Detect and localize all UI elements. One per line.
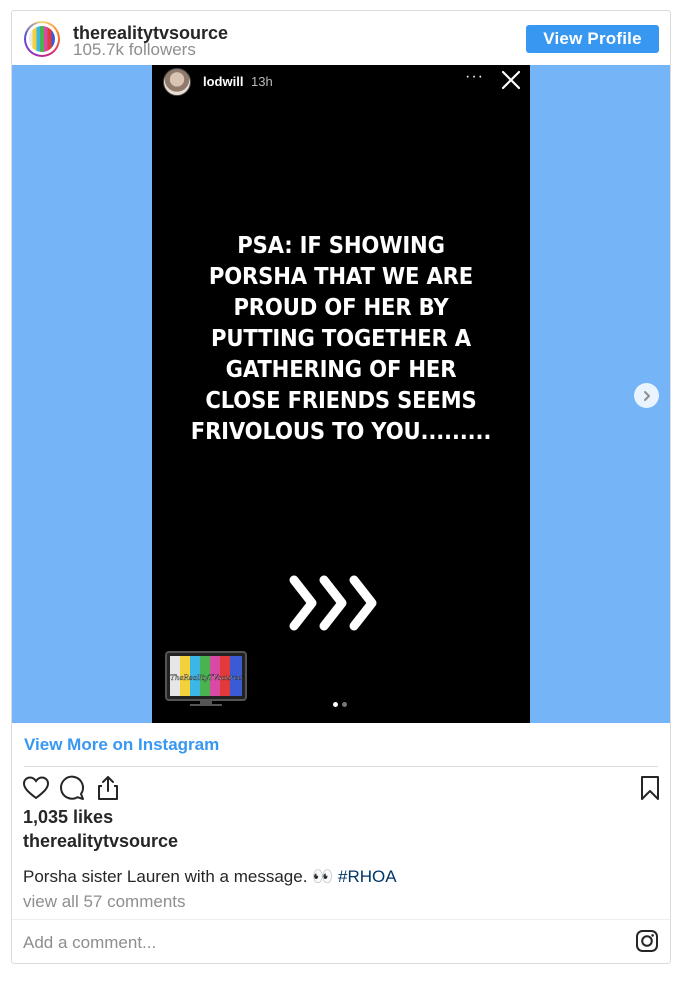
chevron-right-icon: [643, 390, 650, 401]
story-screenshot: lodwill 13h ··· PSA: IF SHOWING PORSHA T…: [152, 65, 530, 723]
post-header: therealitytvsource 105.7k followers View…: [12, 11, 670, 65]
next-slide-button[interactable]: [634, 383, 659, 408]
follower-count: 105.7k followers: [73, 40, 196, 59]
story-username: lodwill: [203, 74, 244, 89]
like-count[interactable]: 1,035 likes: [23, 807, 113, 828]
triple-chevron-icon: [289, 575, 377, 631]
slide-dot-active: [333, 702, 338, 707]
caption: Porsha sister Lauren with a message. 👀 #…: [23, 867, 397, 887]
tv-watermark-logo: TheRealityTVsource: [165, 651, 247, 706]
action-bar: [22, 774, 660, 802]
caption-text: Porsha sister Lauren with a message. 👀: [23, 867, 339, 886]
heart-icon[interactable]: [22, 774, 50, 802]
view-comments-link[interactable]: view all 57 comments: [23, 892, 186, 912]
story-timestamp: 13h: [251, 74, 273, 89]
view-profile-button[interactable]: View Profile: [526, 25, 659, 53]
story-message: PSA: IF SHOWING PORSHA THAT WE ARE PROUD…: [190, 233, 492, 445]
post-media[interactable]: lodwill 13h ··· PSA: IF SHOWING PORSHA T…: [12, 65, 670, 723]
add-comment-field[interactable]: Add a comment...: [23, 933, 156, 953]
view-more-link[interactable]: View More on Instagram: [24, 735, 219, 755]
close-icon: [501, 70, 521, 90]
bookmark-icon[interactable]: [636, 774, 664, 802]
instagram-embed-card: therealitytvsource 105.7k followers View…: [11, 10, 671, 964]
tv-logo-icon: [29, 26, 55, 52]
share-icon[interactable]: [94, 774, 122, 802]
logo-lettering: TheRealityTVsource: [170, 674, 242, 682]
comment-icon[interactable]: [58, 774, 86, 802]
avatar-frame: [26, 23, 58, 55]
slide-indicator: [333, 702, 347, 707]
story-avatar: [163, 68, 191, 96]
more-icon: ···: [465, 68, 484, 85]
divider: [12, 919, 670, 920]
divider: [24, 766, 658, 767]
avatar[interactable]: [24, 21, 60, 57]
caption-username[interactable]: therealitytvsource: [23, 831, 178, 852]
instagram-icon[interactable]: [635, 929, 659, 953]
slide-dot: [342, 702, 347, 707]
hashtag-link[interactable]: #RHOA: [338, 867, 397, 886]
